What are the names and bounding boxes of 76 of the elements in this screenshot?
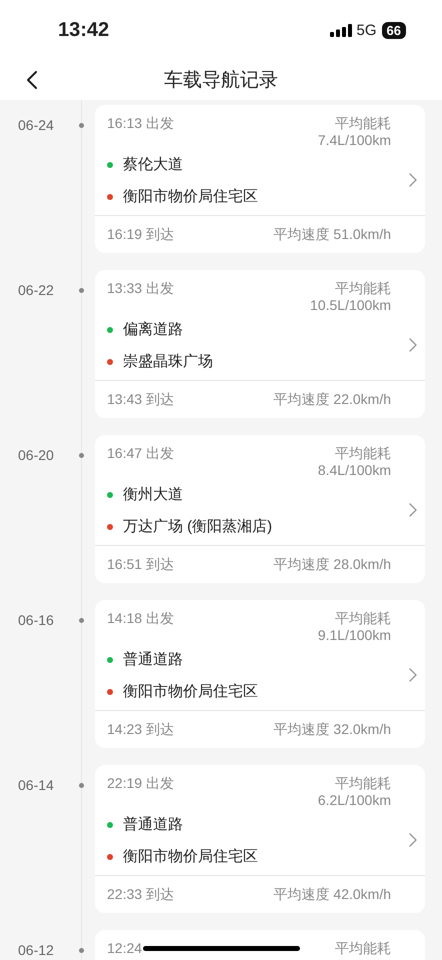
energy-label: 平均能耗	[335, 610, 391, 627]
average-speed: 平均速度 51.0km/h	[274, 226, 391, 243]
departure-time: 12:24	[107, 940, 142, 957]
start-dot	[107, 822, 113, 828]
end-dot	[107, 689, 113, 695]
trip-date: 06-20	[18, 446, 54, 464]
energy-value: 7.4L/100km	[318, 132, 391, 149]
trip-card[interactable]: 14:18 出发 平均能耗 9.1L/100km 普通道路 衡阳市物价局住宅区 14:23 到达 平均速度 32.0km/h	[95, 600, 425, 748]
trip-date: 06-16	[18, 612, 54, 628]
timeline-dot	[79, 948, 84, 953]
battery-indicator: 66	[382, 22, 406, 38]
trip-card[interactable]: 16:47 出发 平均能耗 8.4L/100km 衡州大道 万达广场 (衡阳蒸湘店) 16:51 到达 平均速度 28.0km/h	[95, 435, 425, 583]
page-title: 车载导航记录	[164, 69, 278, 93]
timeline-dot	[79, 453, 84, 458]
network-label: 5G	[356, 22, 377, 38]
chevron-right-icon	[409, 833, 417, 847]
origin-name: 普通道路	[123, 816, 183, 834]
start-dot	[107, 162, 113, 168]
end-dot	[107, 194, 113, 200]
timeline-dot	[79, 783, 84, 788]
timeline-dot	[79, 123, 84, 128]
trip-date: 06-24	[18, 116, 54, 134]
chevron-right-icon	[409, 503, 417, 517]
average-speed: 平均速度 42.0km/h	[274, 886, 391, 903]
departure-time: 16:47 出发	[107, 445, 174, 462]
timeline-dot	[79, 618, 84, 623]
energy-label: 平均能耗	[335, 940, 391, 957]
arrival-time: 13:43 到达	[107, 391, 174, 408]
arrival-time: 16:19 到达	[107, 226, 174, 243]
trip-date: 06-12	[18, 942, 54, 958]
start-dot	[107, 657, 113, 663]
energy-value: 8.4L/100km	[318, 462, 391, 479]
chevron-right-icon	[409, 173, 417, 187]
start-dot	[107, 492, 113, 498]
trip-date: 06-14	[18, 776, 54, 794]
start-dot	[107, 327, 113, 333]
energy-value: 6.2L/100km	[318, 792, 391, 809]
departure-time: 16:13 出发	[107, 115, 174, 132]
end-dot	[107, 524, 113, 530]
departure-time: 13:33 出发	[107, 280, 174, 297]
average-speed: 平均速度 28.0km/h	[274, 556, 391, 573]
arrival-time: 14:23 到达	[107, 721, 174, 738]
energy-value: 9.1L/100km	[318, 627, 391, 644]
destination-name: 衡阳市物价局住宅区	[123, 683, 258, 701]
average-speed: 平均速度 32.0km/h	[274, 721, 391, 738]
origin-name: 偏离道路	[123, 321, 183, 339]
origin-name: 衡州大道	[123, 486, 183, 504]
departure-time: 14:18 出发	[107, 610, 174, 627]
trip-card[interactable]: 12:24 平均能耗	[95, 930, 425, 960]
origin-name: 蔡伦大道	[123, 156, 183, 174]
arrival-time: 16:51 到达	[107, 556, 174, 573]
end-dot	[107, 359, 113, 365]
arrival-time: 22:33 到达	[107, 886, 174, 903]
end-dot	[107, 854, 113, 860]
status-time: 13:42	[58, 18, 110, 42]
signal-icon	[330, 24, 352, 36]
chevron-right-icon	[409, 338, 417, 352]
energy-label: 平均能耗	[335, 775, 391, 792]
energy-label: 平均能耗	[335, 280, 391, 297]
origin-name: 普通道路	[123, 651, 183, 669]
destination-name: 崇盛晶珠广场	[123, 353, 213, 371]
departure-time: 22:19 出发	[107, 775, 174, 792]
trip-date: 06-22	[18, 282, 54, 298]
energy-label: 平均能耗	[335, 115, 391, 132]
trip-card[interactable]: 16:13 出发 平均能耗 7.4L/100km 蔡伦大道 衡阳市物价局住宅区 16:19 到达 平均速度 51.0km/h	[95, 105, 425, 253]
destination-name: 万达广场 (衡阳蒸湘店)	[123, 518, 272, 536]
average-speed: 平均速度 22.0km/h	[274, 391, 391, 408]
back-icon[interactable]	[26, 71, 38, 89]
energy-label: 平均能耗	[335, 445, 391, 462]
destination-name: 衡阳市物价局住宅区	[123, 188, 258, 206]
trip-card[interactable]: 13:33 出发 平均能耗 10.5L/100km 偏离道路 崇盛晶珠广场 13:43 到达 平均速度 22.0km/h	[95, 270, 425, 418]
energy-value: 10.5L/100km	[310, 297, 391, 314]
timeline-dot	[79, 288, 84, 293]
destination-name: 衡阳市物价局住宅区	[123, 848, 258, 866]
chevron-right-icon	[409, 668, 417, 682]
trip-card[interactable]: 22:19 出发 平均能耗 6.2L/100km 普通道路 衡阳市物价局住宅区 22:33 到达 平均速度 42.0km/h	[95, 765, 425, 913]
